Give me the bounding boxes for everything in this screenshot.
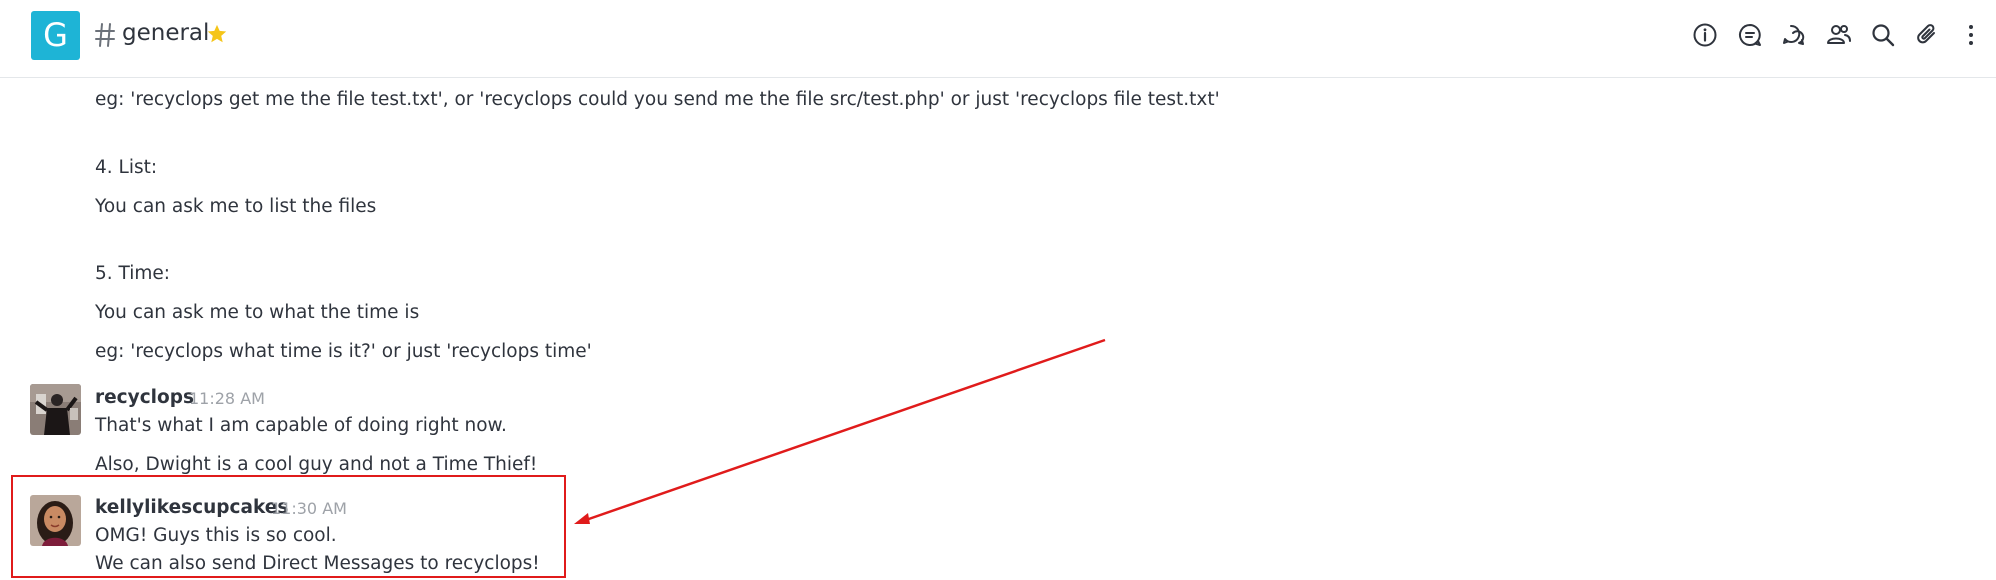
avatar[interactable] xyxy=(30,384,81,435)
message-username[interactable]: recyclops xyxy=(95,387,194,408)
message-text: You can ask me to list the files xyxy=(95,196,377,217)
channel-hash-icon xyxy=(95,23,115,47)
message-text: 5. Time: xyxy=(95,263,171,284)
message-text: eg: 'recyclops get me the file test.txt'… xyxy=(95,89,1220,110)
favorite-star-icon[interactable] xyxy=(206,23,228,45)
room-name[interactable]: general xyxy=(122,20,209,46)
room-header: G general xyxy=(0,0,1996,78)
threads-icon[interactable] xyxy=(1781,22,1807,48)
attachment-icon[interactable] xyxy=(1914,22,1940,48)
members-icon[interactable] xyxy=(1826,22,1852,48)
info-icon[interactable] xyxy=(1692,22,1718,48)
search-icon[interactable] xyxy=(1870,22,1896,48)
annotation-highlight-box xyxy=(11,475,566,578)
message-text: That's what I am capable of doing right … xyxy=(95,415,507,436)
message-text: Also, Dwight is a cool guy and not a Tim… xyxy=(95,454,538,475)
message-text: 4. List: xyxy=(95,157,158,178)
message-text: eg: 'recyclops what time is it?' or just… xyxy=(95,341,592,362)
message-text: You can ask me to what the time is xyxy=(95,302,420,323)
room-avatar[interactable]: G xyxy=(31,11,80,60)
kebab-menu-icon[interactable] xyxy=(1958,22,1984,48)
discussion-icon[interactable] xyxy=(1737,22,1763,48)
message-timestamp: 11:28 AM xyxy=(189,389,265,408)
